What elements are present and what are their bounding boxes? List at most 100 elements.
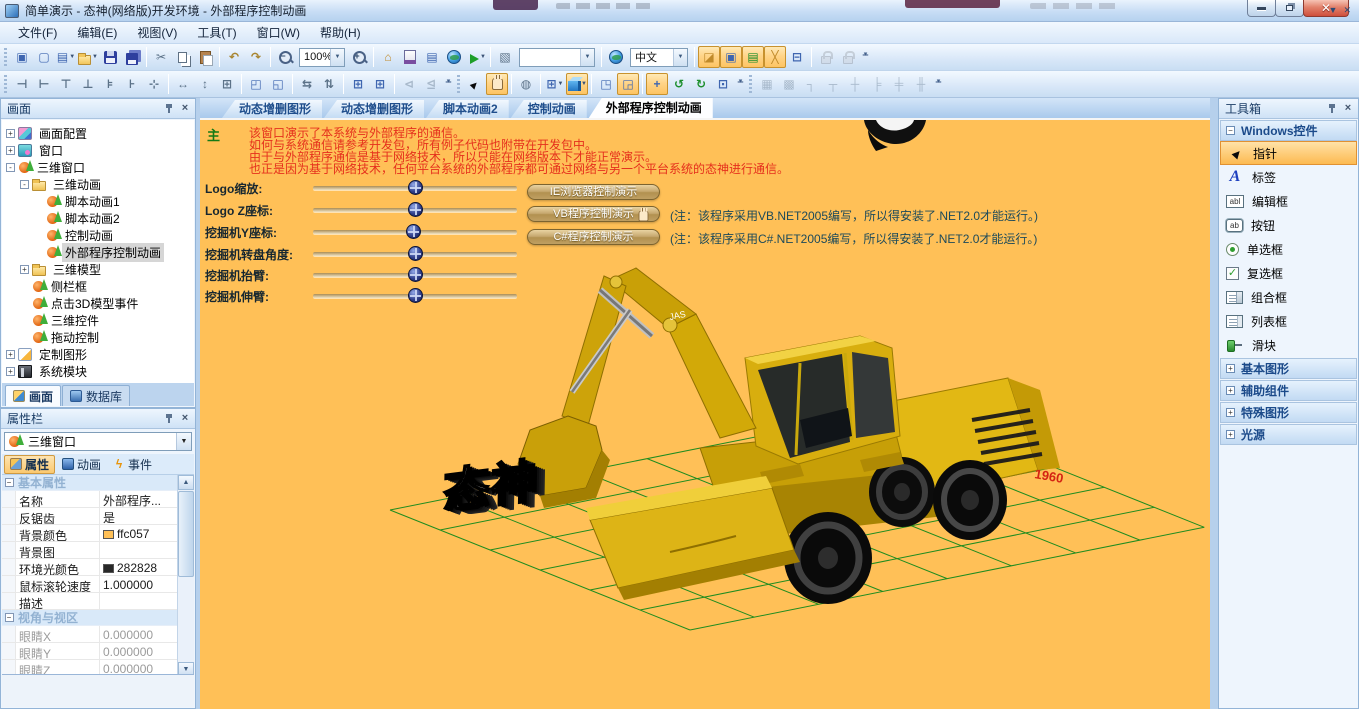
- expander-icon[interactable]: +: [1226, 364, 1235, 373]
- toolbox-group-collapsed[interactable]: +光源: [1220, 424, 1357, 445]
- toolbar-overflow-chevron[interactable]: ▾▔: [932, 73, 945, 95]
- slider-thumb[interactable]: [406, 224, 421, 239]
- align-right-button[interactable]: ⊢: [33, 73, 55, 95]
- home-button[interactable]: ⌂: [377, 46, 399, 68]
- add-horizontal-button[interactable]: ⊞: [347, 73, 369, 95]
- pan-hand-button[interactable]: [486, 73, 508, 95]
- view-layout-button[interactable]: ⊞▼: [544, 73, 566, 95]
- toolbox-group-expanded[interactable]: −Windows控件: [1220, 120, 1357, 141]
- collapse-icon[interactable]: −: [5, 478, 14, 487]
- toolbar-grip[interactable]: [4, 75, 7, 93]
- toolbox-group-collapsed[interactable]: +基本图形: [1220, 358, 1357, 379]
- toggle-toolbox-button[interactable]: ╳: [764, 46, 786, 68]
- close-panel-icon[interactable]: ×: [1342, 103, 1354, 115]
- panel-tab-active[interactable]: 画面: [5, 385, 61, 406]
- perspective-b-button[interactable]: ◲: [617, 73, 639, 95]
- pin-icon[interactable]: [1327, 103, 1338, 114]
- bring-front-button[interactable]: ◰: [245, 73, 267, 95]
- align-top-button[interactable]: ⊤: [55, 73, 77, 95]
- cut-button[interactable]: ✂: [150, 46, 172, 68]
- tree-item[interactable]: +定制图形: [2, 346, 194, 363]
- property-tab[interactable]: 动画: [57, 455, 106, 474]
- tree-item[interactable]: 脚本动画2: [2, 210, 194, 227]
- cascade-windows-button[interactable]: ⊟: [786, 46, 808, 68]
- property-value[interactable]: 0.000000: [100, 626, 179, 642]
- toolbox-item-check[interactable]: 复选框: [1220, 261, 1357, 285]
- center-vertical-button[interactable]: ⊧: [99, 73, 121, 95]
- menu-item[interactable]: 文件(F): [8, 22, 67, 43]
- save-all-button[interactable]: [121, 46, 143, 68]
- property-row[interactable]: 鼠标滚轮速度1.000000: [2, 576, 179, 593]
- object-selector[interactable]: 三维窗口 ▼: [4, 432, 192, 451]
- toolbox-item-slider[interactable]: 滑块: [1220, 333, 1357, 357]
- toolbox-item-combo[interactable]: 组合框: [1220, 285, 1357, 309]
- toolbar-overflow-chevron[interactable]: ▾▔: [734, 73, 747, 95]
- document-tab[interactable]: 脚本动画2: [426, 100, 509, 118]
- toolbar-grip[interactable]: [4, 48, 7, 66]
- add-vertical-button[interactable]: ⊞: [369, 73, 391, 95]
- menu-item[interactable]: 帮助(H): [310, 22, 371, 43]
- property-row[interactable]: 环境光颜色282828: [2, 559, 179, 576]
- zoom-in-button[interactable]: +: [348, 46, 370, 68]
- property-value[interactable]: [100, 542, 179, 558]
- tree-item[interactable]: -三维动画: [2, 176, 194, 193]
- solid-view-button[interactable]: ▼: [566, 73, 588, 95]
- toolbar-grip[interactable]: [457, 75, 460, 93]
- tree-item[interactable]: 脚本动画1: [2, 193, 194, 210]
- tree-item[interactable]: +系统模块: [2, 363, 194, 380]
- property-category[interactable]: −基本属性: [2, 475, 179, 491]
- minimize-button[interactable]: [1247, 0, 1276, 17]
- property-row[interactable]: 名称外部程序...: [2, 491, 179, 508]
- publish-web-button[interactable]: [443, 46, 465, 68]
- tree-item[interactable]: 点击3D模型事件: [2, 295, 194, 312]
- expander-icon[interactable]: −: [1226, 126, 1235, 135]
- save-button[interactable]: [99, 46, 121, 68]
- align-bottom-button[interactable]: ⊥: [77, 73, 99, 95]
- same-size-button[interactable]: ⊞: [216, 73, 238, 95]
- toolbox-item-pointer[interactable]: 指针: [1220, 141, 1357, 165]
- property-value[interactable]: 是: [100, 508, 179, 524]
- expander-icon[interactable]: +: [1226, 408, 1235, 417]
- property-value[interactable]: 282828: [100, 559, 179, 575]
- panel-tab-inactive[interactable]: 数据库: [62, 385, 130, 406]
- send-back-button[interactable]: ◱: [267, 73, 289, 95]
- slider-thumb[interactable]: [408, 267, 423, 282]
- zoom-select[interactable]: 100%▼: [299, 48, 345, 67]
- property-value[interactable]: 外部程序...: [100, 491, 179, 507]
- language-globe-icon[interactable]: [605, 46, 627, 68]
- close-panel-icon[interactable]: ×: [179, 103, 191, 115]
- demo-button[interactable]: C#程序控制演示: [527, 229, 660, 245]
- align-left-button[interactable]: ⊣: [11, 73, 33, 95]
- tree-expander-icon[interactable]: -: [20, 180, 29, 189]
- run-button[interactable]: ▼: [465, 46, 487, 68]
- document-tab[interactable]: 外部程序控制动画: [589, 98, 713, 118]
- property-value[interactable]: 1.000000: [100, 576, 179, 592]
- tree-expander-icon[interactable]: +: [6, 350, 15, 359]
- menu-item[interactable]: 窗口(W): [247, 22, 310, 43]
- expander-icon[interactable]: +: [1226, 386, 1235, 395]
- tree-item[interactable]: 三维控件: [2, 312, 194, 329]
- property-value[interactable]: 0.000000: [100, 643, 179, 659]
- package-button[interactable]: ▧: [494, 46, 516, 68]
- select-pointer-button[interactable]: [464, 73, 486, 95]
- redo-button[interactable]: ↷: [245, 46, 267, 68]
- demo-button[interactable]: VB程序控制演示: [527, 206, 660, 222]
- space-horizontal-button[interactable]: ⇆: [296, 73, 318, 95]
- undo-button[interactable]: ↶: [223, 46, 245, 68]
- property-row[interactable]: 反锯齿是: [2, 508, 179, 525]
- scroll-up-icon[interactable]: ▲: [178, 475, 194, 490]
- menu-item[interactable]: 视图(V): [127, 22, 187, 43]
- tree-item[interactable]: 拖动控制: [2, 329, 194, 346]
- design-canvas-3d[interactable]: 1960 JAS: [200, 118, 1210, 709]
- new-screen-button[interactable]: ▣: [11, 46, 33, 68]
- close-panel-icon[interactable]: ×: [179, 413, 191, 425]
- toggle-edit-mode-button[interactable]: ▤: [742, 46, 764, 68]
- property-tab[interactable]: ϟ事件: [108, 455, 157, 474]
- space-vertical-button[interactable]: ⇅: [318, 73, 340, 95]
- property-category[interactable]: −视角与视区: [2, 610, 179, 626]
- tree-expander-icon[interactable]: +: [20, 265, 29, 274]
- property-grid-scrollbar[interactable]: ▲ ▼: [177, 475, 194, 677]
- toggle-properties-panel-button[interactable]: ▣: [720, 46, 742, 68]
- copy-button[interactable]: [172, 46, 194, 68]
- demo-button[interactable]: IE浏览器控制演示: [527, 184, 660, 200]
